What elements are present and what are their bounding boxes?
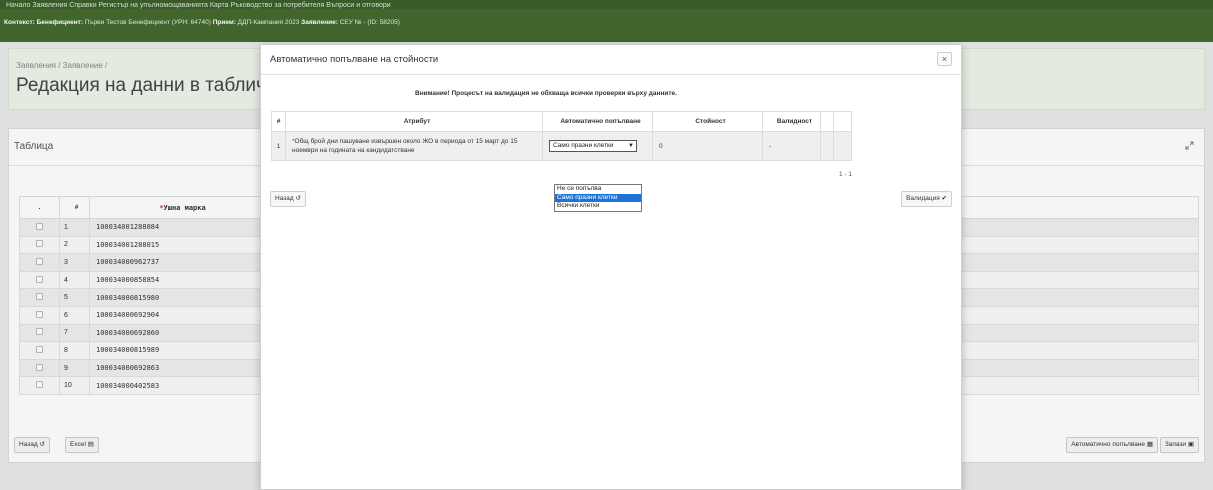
modal-title: Автоматично попълване на стойности: [270, 54, 439, 65]
column-header-value: Стойност: [652, 111, 763, 132]
modal-back-button[interactable]: Назад ↺: [270, 191, 306, 207]
column-header-attribute: Атрибут: [285, 111, 543, 132]
dropdown-option[interactable]: Всички клетки: [555, 202, 641, 211]
attribute-cell: *Общ брой дни пашуване извършен около ЖО…: [285, 131, 543, 161]
column-header-autofill: Автоматично попълване: [542, 111, 653, 132]
autofill-dropdown-list: Не се попълва Само празни клетки Всички кл…: [554, 184, 642, 212]
column-header-extra: [833, 111, 852, 132]
column-header-validity: Валидност: [762, 111, 821, 132]
extra-cell: [820, 131, 834, 161]
dropdown-option[interactable]: Само празни клетки: [555, 193, 641, 202]
validation-warning: Внимание! Процесът на валидация не обхва…: [415, 90, 677, 97]
pager-info: 1 - 1: [839, 171, 853, 178]
extra-cell: [833, 131, 852, 161]
autofill-modal: Автоматично попълване на стойности × Вни…: [260, 44, 962, 490]
autofill-cell: Само празни клетки ▼: [542, 131, 653, 161]
column-header-number: #: [271, 111, 286, 132]
modal-back-label: Назад: [275, 195, 294, 202]
close-button[interactable]: ×: [937, 52, 952, 66]
validity-cell: -: [762, 131, 821, 161]
attribute-text: Общ брой дни пашуване извършен около ЖО …: [292, 138, 518, 154]
chevron-down-icon: ▼: [628, 143, 634, 149]
autofill-select-value: Само празни клетки: [553, 142, 614, 149]
autofill-table: # Атрибут Автоматично попълване Стойност…: [271, 111, 852, 161]
dropdown-option[interactable]: Не се попълва: [555, 185, 641, 194]
column-header-extra: [820, 111, 834, 132]
undo-icon: ↺: [295, 195, 301, 202]
table-row: 1 *Общ брой дни пашуване извършен около …: [271, 131, 852, 161]
modal-header: Автоматично попълване на стойности ×: [261, 45, 961, 75]
validate-button[interactable]: Валидация ✔: [901, 191, 952, 207]
value-cell[interactable]: 0: [652, 131, 763, 161]
autofill-select[interactable]: Само празни клетки ▼: [549, 140, 637, 152]
check-circle-icon: ✔: [941, 195, 947, 202]
row-number: 1: [271, 131, 286, 161]
validate-label: Валидация: [906, 195, 940, 202]
